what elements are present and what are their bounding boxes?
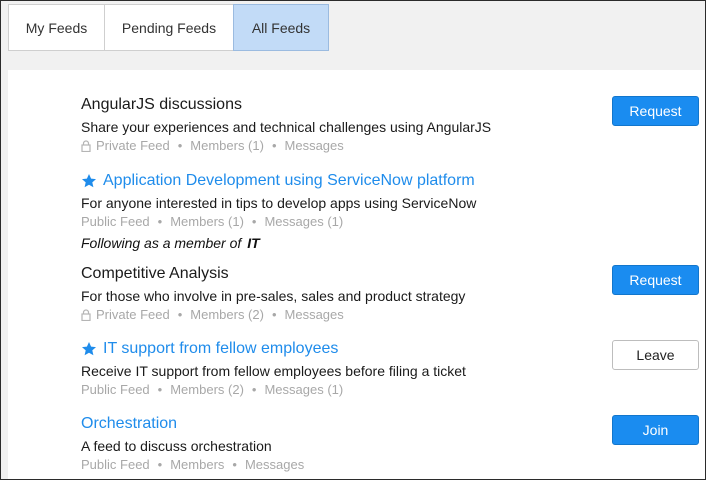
feed-type: Public Feed xyxy=(81,457,150,472)
feed-title[interactable]: Orchestration xyxy=(81,413,601,435)
feed-title[interactable]: Application Development using ServiceNow… xyxy=(81,170,601,192)
feed-list: AngularJS discussions Share your experie… xyxy=(8,70,705,479)
meta-separator: • xyxy=(157,214,163,229)
leave-button[interactable]: Leave xyxy=(612,340,699,370)
feed-messages[interactable]: Messages (1) xyxy=(264,381,343,399)
feed-members[interactable]: Members (1) xyxy=(170,213,244,231)
join-button[interactable]: Join xyxy=(612,415,699,445)
feed-description: A feed to discuss orchestration xyxy=(81,438,272,454)
meta-separator: • xyxy=(271,138,277,153)
tab-all-feeds[interactable]: All Feeds xyxy=(233,4,329,51)
feed-messages[interactable]: Messages (1) xyxy=(264,213,343,231)
feed-meta: Public Feed • Members (2) • Messages (1) xyxy=(81,381,601,399)
lock-icon xyxy=(81,140,91,152)
feed-type: Public Feed xyxy=(81,382,150,397)
feed-description: For those who involve in pre-sales, sale… xyxy=(81,288,466,304)
feed-item: Orchestration A feed to discuss orchestr… xyxy=(81,413,601,474)
following-group: IT xyxy=(247,235,260,251)
feed-title[interactable]: AngularJS discussions xyxy=(81,94,601,116)
feed-title[interactable]: IT support from fellow employees xyxy=(81,338,601,360)
feed-meta: Private Feed • Members (1) • Messages xyxy=(81,137,601,155)
feed-messages[interactable]: Messages xyxy=(245,456,304,474)
meta-separator: • xyxy=(271,307,277,322)
feed-members[interactable]: Members (2) xyxy=(190,306,264,324)
meta-separator: • xyxy=(251,214,257,229)
tab-pending-feeds[interactable]: Pending Feeds xyxy=(104,4,234,51)
meta-separator: • xyxy=(251,382,257,397)
request-button[interactable]: Request xyxy=(612,96,699,126)
feed-members[interactable]: Members (2) xyxy=(170,381,244,399)
feed-meta: Private Feed • Members (2) • Messages xyxy=(81,306,601,324)
tab-my-feeds[interactable]: My Feeds xyxy=(8,4,105,51)
feed-title-text: IT support from fellow employees xyxy=(103,340,339,357)
meta-separator: • xyxy=(157,457,163,472)
feed-meta: Public Feed • Members (1) • Messages (1) xyxy=(81,213,601,231)
feed-title-text: AngularJS discussions xyxy=(81,96,242,113)
feed-title[interactable]: Competitive Analysis xyxy=(81,263,601,285)
feed-description: Receive IT support from fellow employees… xyxy=(81,363,466,379)
feed-title-text: Orchestration xyxy=(81,415,178,432)
feed-tabs: My Feeds Pending Feeds All Feeds xyxy=(8,4,329,51)
feed-title-text: Application Development using ServiceNow… xyxy=(103,172,475,189)
app-window: My Feeds Pending Feeds All Feeds Angular… xyxy=(0,0,706,480)
feed-description: Share your experiences and technical cha… xyxy=(81,119,492,135)
feed-description: For anyone interested in tips to develop… xyxy=(81,195,477,211)
feed-type: Public Feed xyxy=(81,214,150,229)
feed-item: IT support from fellow employees Receive… xyxy=(81,338,601,399)
request-button[interactable]: Request xyxy=(612,265,699,295)
feed-type: Private Feed xyxy=(96,307,170,322)
feed-item: Application Development using ServiceNow… xyxy=(81,170,601,253)
feed-members[interactable]: Members xyxy=(170,456,224,474)
meta-separator: • xyxy=(177,307,183,322)
following-note: Following as a member of IT xyxy=(81,233,601,253)
feed-type: Private Feed xyxy=(96,138,170,153)
meta-separator: • xyxy=(177,138,183,153)
feed-item: AngularJS discussions Share your experie… xyxy=(81,94,601,155)
feed-messages[interactable]: Messages xyxy=(285,137,344,155)
star-icon xyxy=(82,174,96,188)
feed-messages[interactable]: Messages xyxy=(285,306,344,324)
meta-separator: • xyxy=(157,382,163,397)
feed-item: Competitive Analysis For those who invol… xyxy=(81,263,601,324)
following-prefix: Following as a member of xyxy=(81,235,242,251)
feed-title-text: Competitive Analysis xyxy=(81,265,229,282)
feed-members[interactable]: Members (1) xyxy=(190,137,264,155)
lock-icon xyxy=(81,309,91,321)
star-icon xyxy=(82,342,96,356)
meta-separator: • xyxy=(232,457,237,472)
feed-meta: Public Feed • Members • Messages xyxy=(81,456,601,474)
